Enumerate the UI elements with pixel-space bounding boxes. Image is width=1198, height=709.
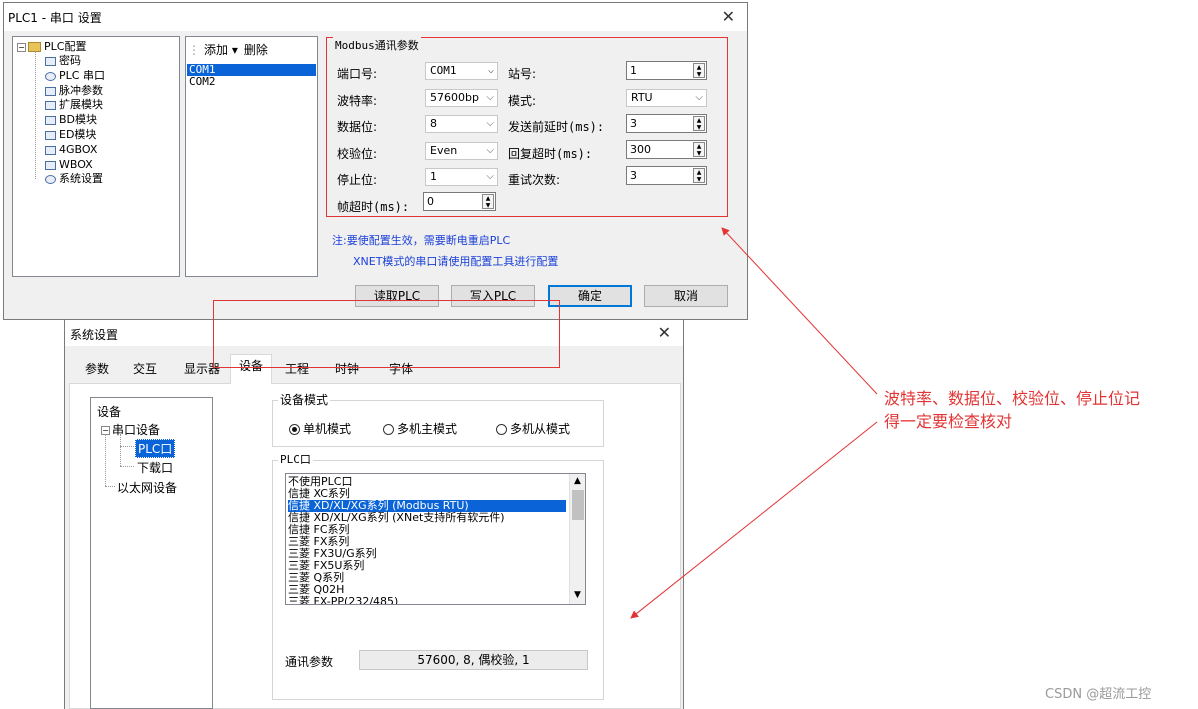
watermark: CSDN @超流工控 (1045, 687, 1152, 702)
arrow-to-comm-params (630, 421, 878, 619)
annotation-arrows (630, 227, 878, 619)
annotation-note: 波特率、数据位、校验位、停止位记 得一定要检查核对 (884, 389, 1141, 431)
arrow-to-modbus-params (721, 227, 878, 395)
